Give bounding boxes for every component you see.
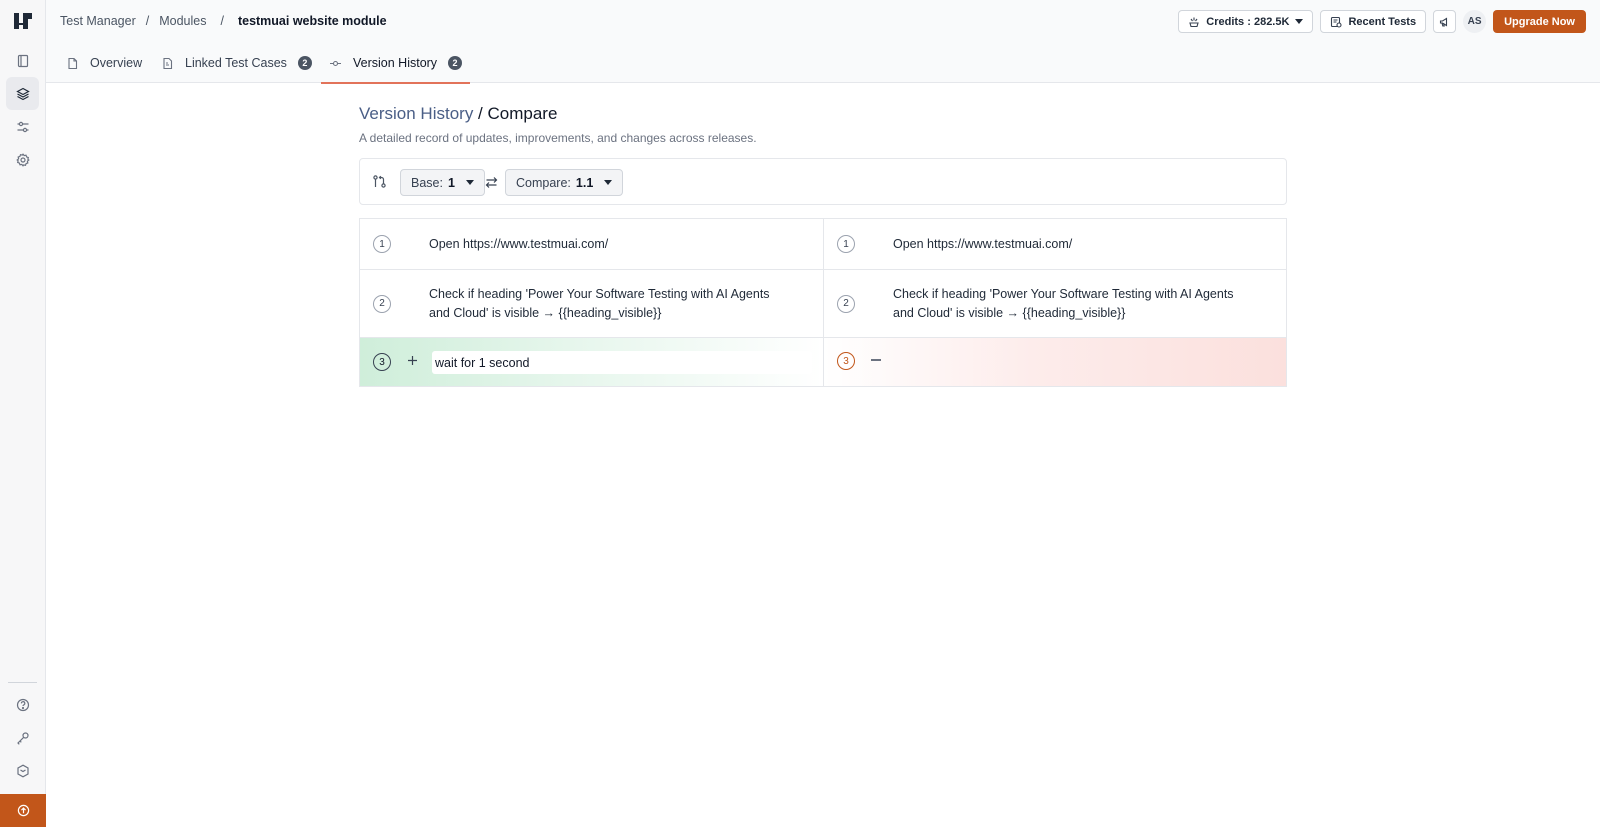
step-text: Check if heading 'Power Your Software Te…	[429, 286, 770, 320]
chevron-down-icon	[604, 180, 613, 185]
credits-icon	[1189, 17, 1200, 27]
tab-count-badge: 2	[448, 56, 463, 70]
sidebar-divider	[8, 682, 37, 683]
page-subtitle: A detailed record of updates, improvemen…	[359, 131, 757, 145]
version-history-link[interactable]: Version History	[359, 104, 473, 123]
tab-linked-test-cases[interactable]: Linked Test Cases 2	[161, 43, 312, 83]
compare-step-cell: 1 Open https://www.testmuai.com/	[823, 219, 1286, 269]
swap-icon[interactable]	[485, 176, 498, 189]
removed-step-cell: 3	[823, 338, 1286, 386]
added-step-text: wait for 1 second	[432, 351, 812, 374]
top-actions: Credits : 282.5K Recent Tests AS Upgrade…	[1178, 10, 1586, 33]
sidebar-item-modules[interactable]	[6, 77, 39, 110]
step-text: Open https://www.testmuai.com/	[893, 236, 1073, 251]
arrow-up-circle-icon	[17, 804, 29, 817]
sidebar-item-filters[interactable]	[6, 110, 39, 143]
credits-label: Credits : 282.5K	[1206, 15, 1290, 28]
breadcrumb-separator: /	[220, 14, 224, 28]
compare-step-cell: 2 Check if heading 'Power Your Software …	[823, 270, 1286, 337]
step-number: 1	[837, 235, 855, 253]
app-logo[interactable]	[12, 11, 34, 33]
tab-count-badge: 2	[297, 56, 312, 70]
chevron-down-icon	[1295, 19, 1304, 24]
base-step-cell: 2 Check if heading 'Power Your Software …	[360, 270, 823, 337]
megaphone-icon	[1439, 17, 1447, 27]
avatar[interactable]: AS	[1463, 10, 1487, 33]
book-icon	[17, 54, 28, 67]
step-text: Check if heading 'Power Your Software Te…	[893, 286, 1234, 320]
diff-table: 1 Open https://www.testmuai.com/ 1 Open …	[359, 218, 1287, 387]
tab-bar: Overview Linked Test Cases 2 Version His…	[46, 43, 1600, 84]
step-number: 1	[373, 235, 391, 253]
document-icon	[68, 57, 78, 69]
tab-version-history[interactable]: Version History 2	[320, 43, 471, 84]
page-title-compare: / Compare	[473, 104, 558, 123]
minus-icon	[871, 359, 881, 361]
recent-tests-icon	[1331, 16, 1342, 28]
breadcrumb-modules[interactable]: Modules	[159, 14, 206, 28]
compare-label: Compare:	[516, 175, 571, 190]
table-row: 3 wait for 1 second 3	[360, 337, 1286, 386]
tab-overview-label: Overview	[90, 56, 143, 70]
step-text: Open https://www.testmuai.com/	[429, 236, 609, 251]
sidebar-upgrade-button[interactable]	[0, 794, 46, 827]
added-step-cell: 3 wait for 1 second	[360, 338, 823, 386]
sidebar-item-integrations[interactable]	[6, 754, 39, 787]
base-version-select[interactable]: Base: 1	[400, 169, 485, 196]
tab-version-history-label: Version History	[353, 56, 438, 70]
chevron-down-icon	[465, 180, 474, 185]
commit-icon	[330, 60, 341, 66]
breadcrumb: Test Manager / Modules / testmuai websit…	[60, 14, 387, 28]
breadcrumb-test-manager[interactable]: Test Manager	[60, 14, 136, 28]
compare-toolbar: Base: 1 Compare: 1.1	[359, 158, 1287, 205]
main-content: Version History / Compare A detailed rec…	[359, 104, 1287, 387]
git-compare-icon	[373, 175, 386, 188]
compare-version-select[interactable]: Compare: 1.1	[505, 169, 624, 196]
sidebar-item-help[interactable]	[6, 688, 39, 721]
announcements-button[interactable]	[1433, 10, 1457, 33]
layers-icon	[15, 87, 30, 100]
tab-overview[interactable]: Overview	[66, 43, 142, 83]
breadcrumb-separator: /	[145, 14, 150, 28]
breadcrumb-current-module: testmuai website module	[237, 14, 387, 28]
recent-tests-button[interactable]: Recent Tests	[1320, 10, 1427, 33]
upgrade-now-button[interactable]: Upgrade Now	[1493, 10, 1586, 33]
table-row: 2 Check if heading 'Power Your Software …	[360, 269, 1286, 337]
left-sidebar	[0, 0, 46, 827]
sidebar-item-settings[interactable]	[6, 143, 39, 176]
gear-icon	[15, 152, 30, 167]
hexagon-icon	[16, 764, 29, 777]
table-row: 1 Open https://www.testmuai.com/ 1 Open …	[360, 219, 1286, 269]
sidebar-item-test-cases[interactable]	[6, 44, 39, 77]
credits-dropdown[interactable]: Credits : 282.5K	[1178, 10, 1314, 33]
page-title: Version History / Compare	[359, 104, 1287, 124]
step-number: 2	[373, 294, 391, 313]
key-icon	[16, 731, 29, 745]
tab-linked-test-cases-label: Linked Test Cases	[185, 56, 287, 70]
recent-tests-label: Recent Tests	[1348, 15, 1417, 28]
sidebar-item-keys[interactable]	[6, 721, 39, 754]
compare-value: 1.1	[575, 175, 594, 190]
step-number: 2	[837, 294, 855, 313]
base-label: Base:	[411, 175, 443, 190]
help-icon	[16, 698, 29, 711]
sliders-icon	[17, 121, 28, 132]
step-number: 3	[837, 352, 855, 370]
base-step-cell: 1 Open https://www.testmuai.com/	[360, 219, 823, 269]
step-number: 3	[373, 353, 391, 371]
top-bar: Test Manager / Modules / testmuai websit…	[46, 0, 1600, 43]
linked-doc-icon	[163, 57, 173, 69]
plus-icon	[408, 356, 417, 365]
base-value: 1	[447, 175, 455, 190]
